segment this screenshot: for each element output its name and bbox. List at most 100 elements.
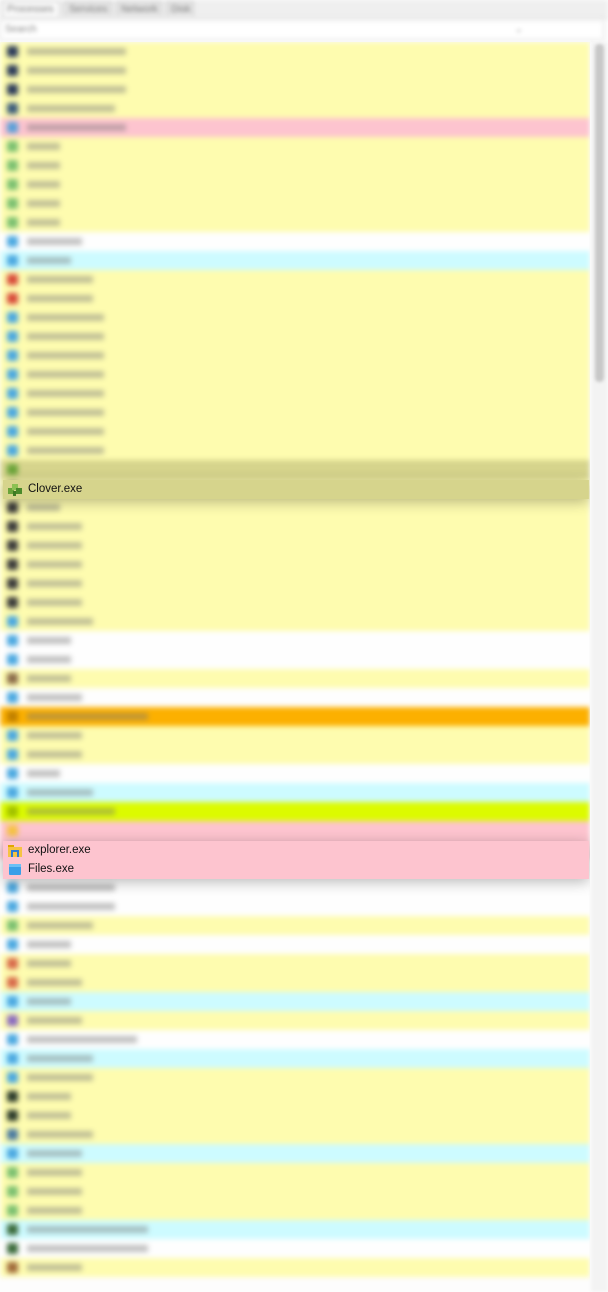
process-row-obscured[interactable] (0, 1144, 590, 1163)
process-row-obscured[interactable] (0, 1201, 590, 1220)
process-row-obscured[interactable] (0, 80, 590, 99)
process-row-obscured[interactable] (0, 707, 590, 726)
process-row-obscured[interactable] (0, 1125, 590, 1144)
process-row-obscured[interactable] (0, 612, 590, 631)
vertical-scrollbar[interactable] (591, 42, 608, 1292)
process-row-obscured[interactable] (0, 251, 590, 270)
process-row-obscured[interactable] (0, 593, 590, 612)
process-name-obscured (27, 770, 60, 777)
process-row-obscured[interactable] (0, 916, 590, 935)
process-row-obscured[interactable] (0, 194, 590, 213)
process-row-obscured[interactable] (0, 460, 590, 479)
process-row-obscured[interactable] (0, 1239, 590, 1258)
process-row-obscured[interactable] (0, 42, 590, 61)
process-icon (7, 1262, 18, 1273)
process-name-explorer: explorer.exe (28, 844, 91, 856)
process-row-obscured[interactable] (0, 61, 590, 80)
process-row-obscured[interactable] (0, 1087, 590, 1106)
tab-disk[interactable]: Disk (166, 1, 194, 16)
process-row-obscured[interactable] (0, 555, 590, 574)
process-row-obscured[interactable] (0, 802, 590, 821)
process-row-obscured[interactable] (0, 1163, 590, 1182)
process-row-obscured[interactable] (0, 213, 590, 232)
process-row-obscured[interactable] (0, 384, 590, 403)
process-row-obscured[interactable] (0, 1182, 590, 1201)
process-list[interactable]: Clover.exe explorer.exe Files.exe (0, 42, 590, 1292)
process-icon (7, 996, 18, 1007)
chevron-down-icon[interactable]: ⌄ (515, 21, 523, 39)
process-row-obscured[interactable] (0, 1030, 590, 1049)
process-row-obscured[interactable] (0, 1011, 590, 1030)
process-row-obscured[interactable] (0, 498, 590, 517)
process-row-obscured[interactable] (0, 688, 590, 707)
clover-app-icon (8, 483, 22, 496)
process-row-obscured[interactable] (0, 536, 590, 555)
tab-network[interactable]: Network (116, 1, 162, 16)
process-name-obscured (27, 409, 104, 416)
process-row-obscured[interactable] (0, 175, 590, 194)
process-row-obscured[interactable] (0, 897, 590, 916)
process-name-obscured (27, 257, 71, 264)
process-row-obscured[interactable] (0, 308, 590, 327)
process-row-obscured[interactable] (0, 783, 590, 802)
process-row-obscured[interactable] (0, 992, 590, 1011)
process-row-obscured[interactable] (0, 1220, 590, 1239)
process-row-files[interactable]: Files.exe (3, 860, 589, 879)
process-name-obscured (27, 656, 71, 663)
process-row-obscured[interactable] (0, 631, 590, 650)
process-row-obscured[interactable] (0, 270, 590, 289)
process-name-obscured (27, 637, 71, 644)
process-name-obscured (27, 732, 82, 739)
process-icon (7, 1205, 18, 1216)
tab-services[interactable]: Services (64, 1, 112, 16)
process-row-obscured[interactable] (0, 878, 590, 897)
process-icon (7, 711, 18, 722)
process-name-obscured (27, 1055, 93, 1062)
process-row-obscured[interactable] (0, 935, 590, 954)
process-name-obscured (27, 86, 126, 93)
process-name-obscured (27, 105, 115, 112)
process-icon (7, 1053, 18, 1064)
process-row-obscured[interactable] (0, 764, 590, 783)
process-row-obscured[interactable] (0, 422, 590, 441)
process-row-obscured[interactable] (0, 365, 590, 384)
process-row-obscured[interactable] (0, 232, 590, 251)
process-row-obscured[interactable] (0, 1106, 590, 1125)
process-name-obscured (27, 1036, 137, 1043)
process-row-explorer[interactable]: explorer.exe (3, 841, 589, 860)
process-icon (7, 882, 18, 893)
process-row-obscured[interactable] (0, 156, 590, 175)
process-icon (7, 103, 18, 114)
process-row-obscured[interactable] (0, 403, 590, 422)
process-name-obscured (27, 618, 93, 625)
process-row-obscured[interactable] (0, 517, 590, 536)
process-icon (7, 84, 18, 95)
process-row-obscured[interactable] (0, 954, 590, 973)
process-row-obscured[interactable] (0, 973, 590, 992)
process-row-obscured[interactable] (0, 745, 590, 764)
process-row-obscured[interactable] (0, 137, 590, 156)
process-row-obscured[interactable] (0, 118, 590, 137)
process-icon (7, 65, 18, 76)
process-name-obscured (27, 561, 82, 568)
process-row-obscured[interactable] (0, 1049, 590, 1068)
process-row-obscured[interactable] (0, 1258, 590, 1277)
process-row-obscured[interactable] (0, 327, 590, 346)
process-row-obscured[interactable] (0, 441, 590, 460)
process-row-obscured[interactable] (0, 1068, 590, 1087)
tab-processes[interactable]: Processes (2, 1, 60, 16)
process-name-obscured (27, 48, 126, 55)
process-row-clover[interactable]: Clover.exe (3, 480, 589, 499)
process-row-obscured[interactable] (0, 669, 590, 688)
process-icon (7, 502, 18, 513)
process-row-obscured[interactable] (0, 346, 590, 365)
process-row-obscured[interactable] (0, 726, 590, 745)
search-input[interactable]: Search ⌄ (0, 20, 604, 40)
process-row-obscured[interactable] (0, 650, 590, 669)
process-row-obscured[interactable] (0, 574, 590, 593)
scrollbar-thumb[interactable] (595, 44, 604, 382)
process-icon (7, 635, 18, 646)
process-row-obscured[interactable] (0, 821, 590, 840)
process-row-obscured[interactable] (0, 289, 590, 308)
process-row-obscured[interactable] (0, 99, 590, 118)
